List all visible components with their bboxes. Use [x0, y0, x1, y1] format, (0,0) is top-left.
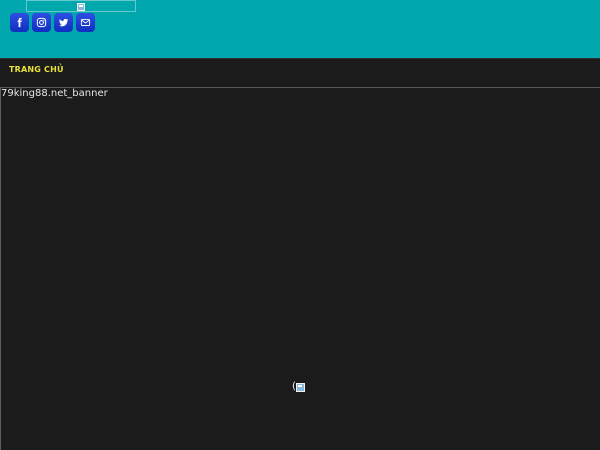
main-content: 79king88.net_banner (	[0, 88, 600, 450]
broken-image-icon	[77, 3, 85, 11]
twitter-button[interactable]	[54, 13, 73, 32]
social-links	[10, 13, 95, 32]
site-logo[interactable]	[26, 0, 136, 12]
main-nav: TRANG CHỦ	[0, 58, 600, 88]
facebook-button[interactable]	[10, 13, 29, 32]
site-header	[0, 0, 600, 58]
banner-image-alt-text: 79king88.net_banner	[1, 88, 108, 99]
twitter-icon	[59, 18, 69, 27]
envelope-icon	[80, 19, 91, 26]
instagram-button[interactable]	[32, 13, 51, 32]
instagram-icon	[36, 17, 47, 28]
facebook-icon	[17, 17, 22, 28]
broken-image-icon	[295, 382, 305, 392]
email-button[interactable]	[76, 13, 95, 32]
loading-indicator: (	[292, 381, 305, 393]
nav-item-home[interactable]: TRANG CHỦ	[9, 65, 64, 74]
